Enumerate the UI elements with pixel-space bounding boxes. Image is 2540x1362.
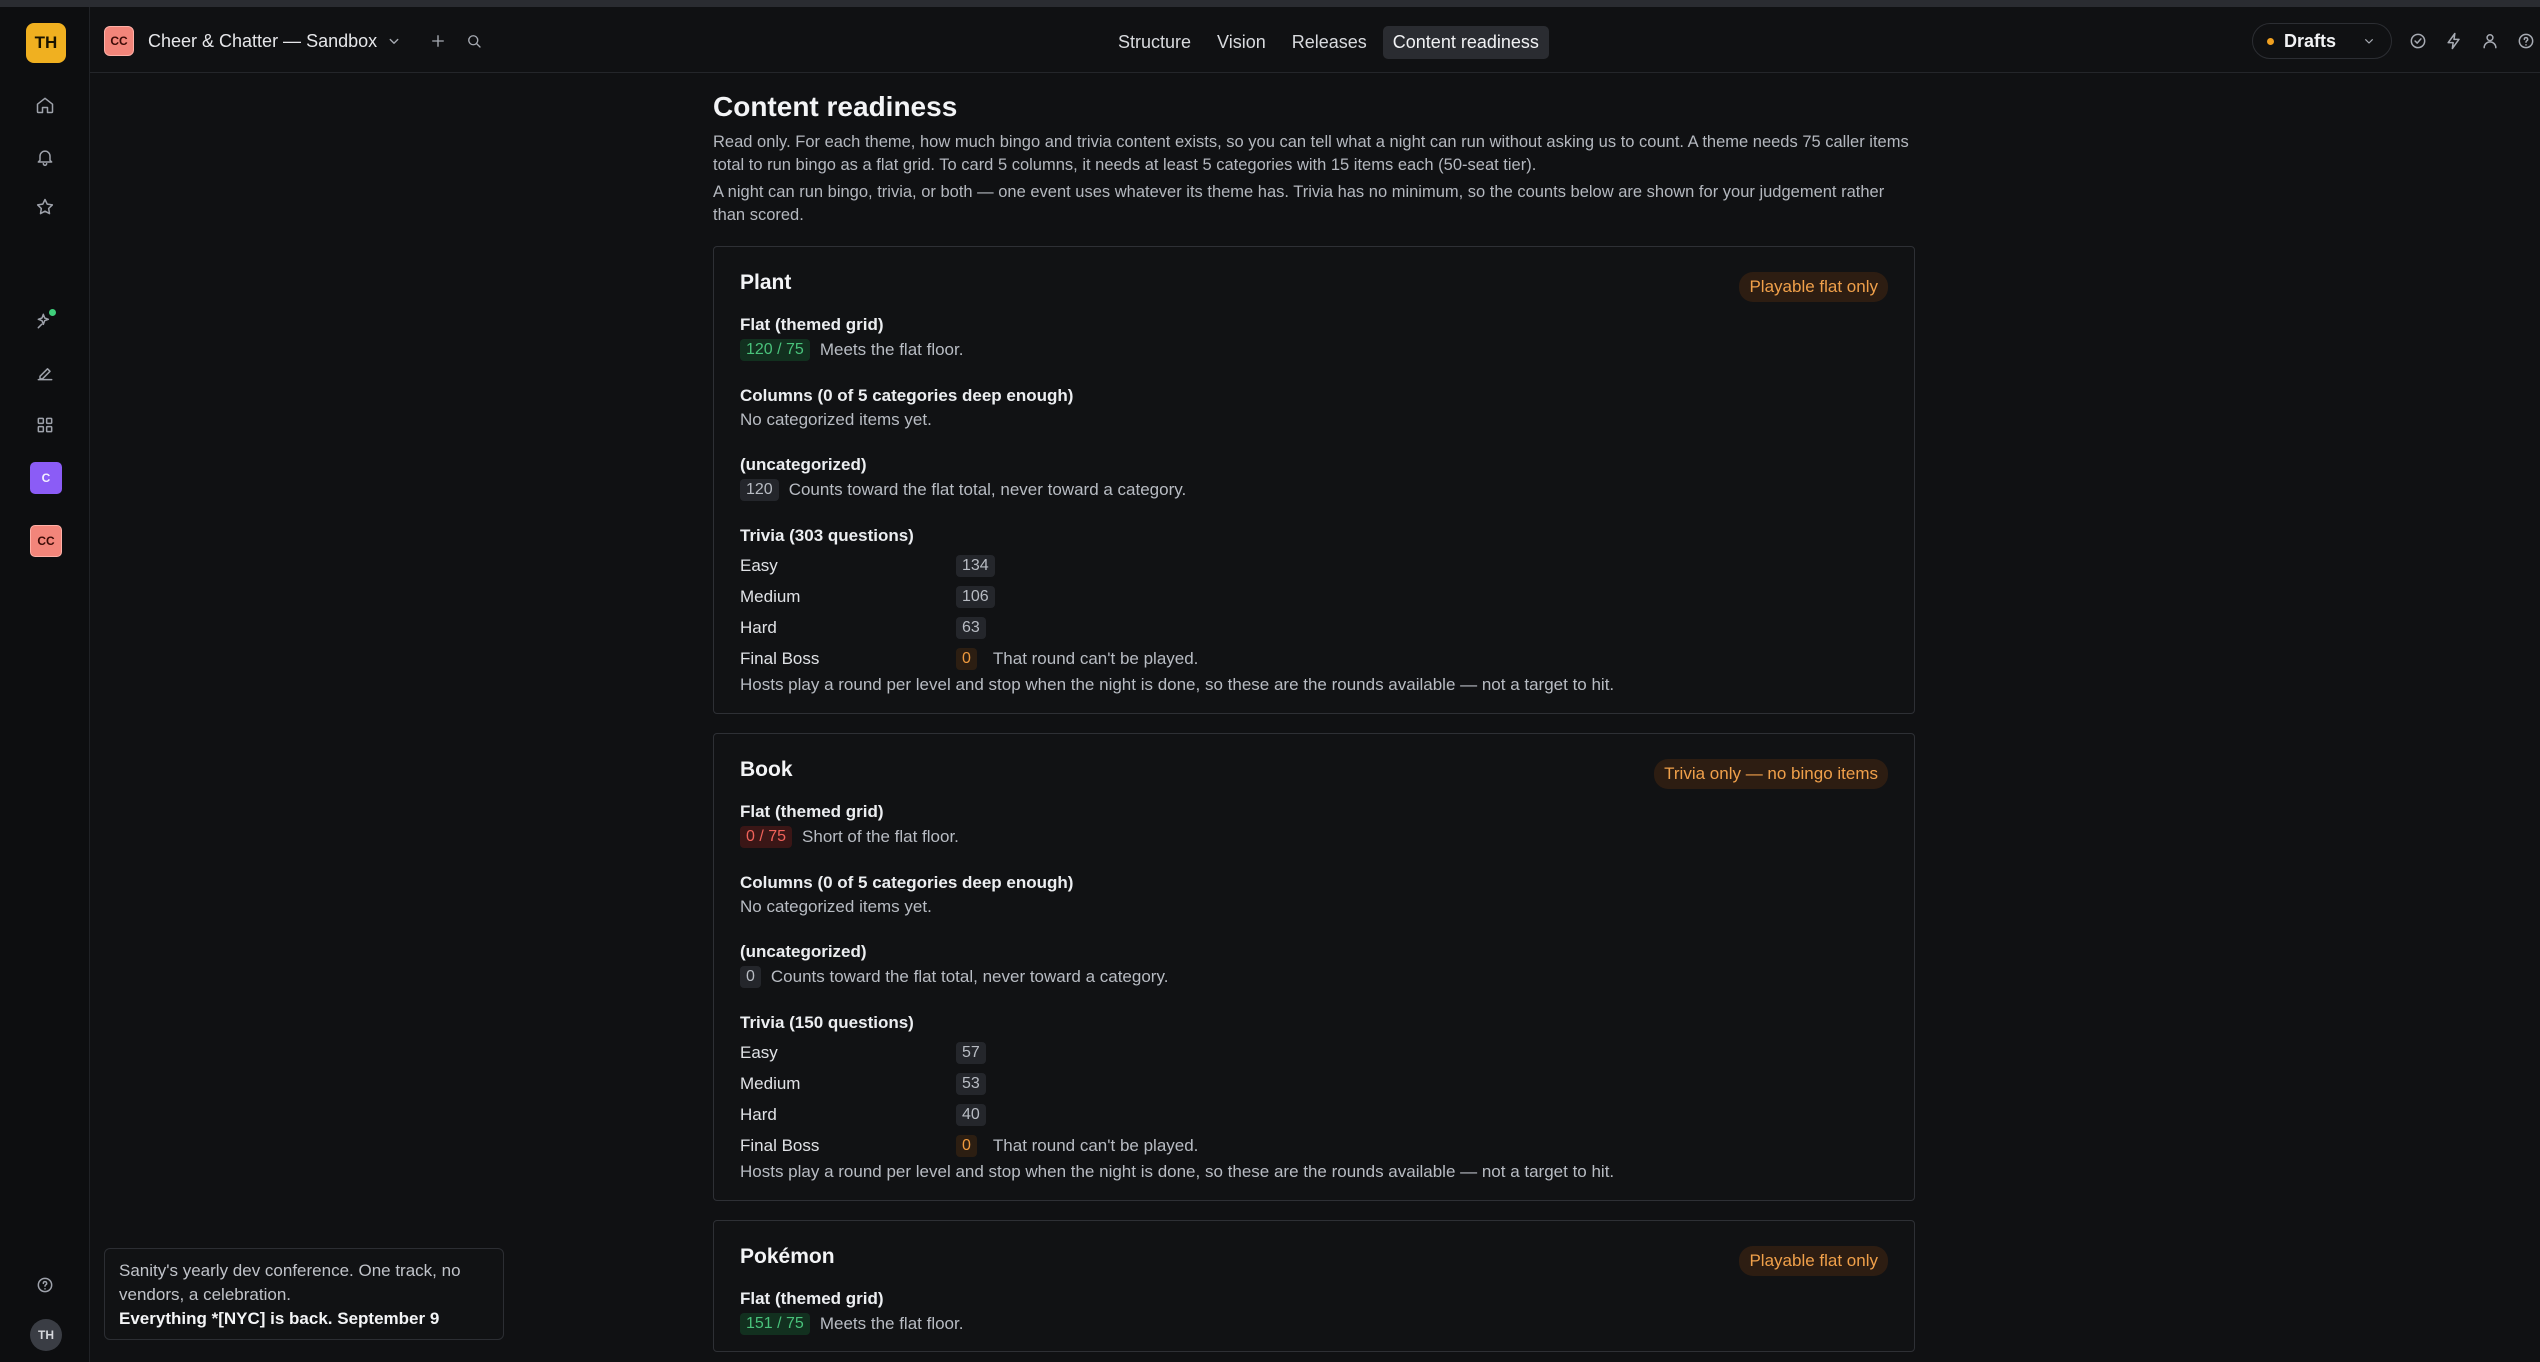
project-switcher[interactable]: CC Cheer & Chatter — Sandbox — [104, 25, 483, 57]
tab-vision[interactable]: Vision — [1207, 26, 1276, 59]
flat-title: Flat (themed grid) — [740, 802, 884, 821]
announcement-toast[interactable]: Sanity's yearly dev conference. One trac… — [104, 1248, 504, 1340]
uncategorized-note: Counts toward the flat total, never towa… — [788, 480, 1187, 499]
trivia-level: Hard — [740, 1104, 777, 1124]
chevron-down-icon[interactable] — [385, 32, 403, 50]
card-footer-note: Hosts play a round per level and stop wh… — [740, 1162, 1615, 1181]
project-logo: CC — [104, 26, 134, 56]
flat-note: Short of the flat floor. — [802, 827, 959, 846]
tab-structure[interactable]: Structure — [1108, 26, 1201, 59]
status-badge: Trivia only — no bingo items — [1654, 759, 1888, 789]
project-name[interactable]: Cheer & Chatter — Sandbox — [148, 31, 377, 52]
flat-note: Meets the flat floor. — [819, 340, 964, 359]
drafts-label: Drafts — [2284, 30, 2337, 51]
drafts-dropdown[interactable]: Drafts — [2252, 23, 2392, 59]
page-intro-secondary: A night can run bingo, trivia, or both —… — [713, 183, 1885, 224]
trivia-level: Hard — [740, 617, 777, 637]
home-icon[interactable] — [29, 89, 61, 121]
flat-title: Flat (themed grid) — [740, 315, 884, 334]
theme-card-book: Book Trivia only — no bingo items Flat (… — [713, 733, 1915, 1201]
workspace-c-badge[interactable]: C — [30, 462, 62, 494]
header-actions: Drafts — [2252, 23, 2536, 59]
theme-name: Pokémon — [740, 1245, 835, 1268]
trivia-row: Easy 134 — [740, 550, 1888, 581]
trivia-title: Trivia (150 questions) — [740, 1013, 914, 1032]
trivia-level: Easy — [740, 1042, 778, 1062]
trivia-row: Medium 106 — [740, 581, 1888, 612]
tab-releases[interactable]: Releases — [1282, 26, 1377, 59]
search-icon[interactable] — [465, 32, 483, 50]
help-icon[interactable] — [2516, 31, 2536, 51]
trivia-count: 53 — [956, 1072, 986, 1095]
sparkle-icon[interactable] — [29, 305, 61, 337]
user-avatar[interactable]: TH — [26, 23, 66, 63]
workspace-cc-badge[interactable]: CC — [30, 525, 62, 557]
trivia-note: That round can't be played. — [992, 648, 1199, 668]
trivia-count: 0 — [956, 1134, 977, 1157]
notification-dot — [49, 309, 56, 316]
theme-card-pokemon: Pokémon Playable flat only Flat (themed … — [713, 1220, 1915, 1352]
trivia-count: 63 — [956, 616, 986, 639]
trivia-count: 134 — [956, 554, 995, 577]
trivia-level: Final Boss — [740, 648, 820, 668]
drafts-status-dot — [2267, 37, 2274, 45]
flat-count: 151 / 75 — [740, 1313, 810, 1335]
edit-icon[interactable] — [29, 357, 61, 389]
plus-icon[interactable] — [429, 32, 447, 50]
trivia-count: 106 — [956, 585, 995, 608]
trivia-level: Final Boss — [740, 1135, 820, 1155]
page-title: Content readiness — [713, 91, 958, 122]
trivia-level: Medium — [740, 1073, 801, 1093]
main-nav: Structure Vision Releases Content readin… — [1108, 26, 1549, 59]
trivia-note: That round can't be played. — [992, 1135, 1199, 1155]
trivia-title: Trivia (303 questions) — [740, 526, 914, 545]
toast-message: Sanity's yearly dev conference. One trac… — [119, 1261, 461, 1304]
trivia-row: Hard 40 — [740, 1099, 1888, 1130]
users-icon[interactable] — [2480, 31, 2500, 51]
status-badge: Playable flat only — [1739, 272, 1888, 302]
card-footer-note: Hosts play a round per level and stop wh… — [740, 675, 1615, 694]
lightning-icon[interactable] — [2444, 31, 2464, 51]
uncategorized-note: Counts toward the flat total, never towa… — [770, 967, 1169, 986]
trivia-count: 0 — [956, 647, 977, 670]
top-header: CC Cheer & Chatter — Sandbox Structure V… — [90, 7, 2540, 73]
trivia-row: Hard 63 — [740, 612, 1888, 643]
uncategorized-title: (uncategorized) — [740, 455, 867, 474]
columns-title: Columns (0 of 5 categories deep enough) — [740, 873, 1074, 892]
theme-name: Plant — [740, 271, 792, 294]
bottom-user-avatar[interactable]: TH — [30, 1319, 62, 1351]
flat-title: Flat (themed grid) — [740, 1289, 884, 1308]
page-intro: Read only. For each theme, how much bing… — [713, 133, 1909, 174]
grid-icon[interactable] — [29, 409, 61, 441]
toast-headline[interactable]: Everything *[NYC] is back. September 9 — [119, 1309, 439, 1328]
trivia-count: 57 — [956, 1041, 986, 1064]
uncategorized-count: 120 — [740, 479, 779, 501]
flat-count: 120 / 75 — [740, 339, 810, 361]
chevron-down-icon — [2365, 39, 2373, 44]
trivia-row: Final Boss 0 That round can't be played. — [740, 1130, 1888, 1161]
help-icon[interactable] — [29, 1269, 61, 1301]
trivia-row: Final Boss 0 That round can't be played. — [740, 643, 1888, 674]
status-badge: Playable flat only — [1739, 1246, 1888, 1276]
left-rail: TH C CC TH — [0, 7, 90, 1362]
columns-note: No categorized items yet. — [740, 410, 932, 429]
trivia-level: Easy — [740, 555, 778, 575]
star-icon[interactable] — [29, 191, 61, 223]
uncategorized-title: (uncategorized) — [740, 942, 867, 961]
trivia-row: Medium 53 — [740, 1068, 1888, 1099]
columns-note: No categorized items yet. — [740, 897, 932, 916]
content-readiness-page: Content readiness Read only. For each th… — [713, 88, 1915, 1352]
trivia-level: Medium — [740, 586, 801, 606]
columns-title: Columns (0 of 5 categories deep enough) — [740, 386, 1074, 405]
uncategorized-count: 0 — [740, 966, 761, 988]
trivia-row: Easy 57 — [740, 1037, 1888, 1068]
window-top-strip — [0, 0, 2540, 7]
bell-icon[interactable] — [29, 141, 61, 173]
flat-count: 0 / 75 — [740, 826, 793, 848]
trivia-count: 40 — [956, 1103, 986, 1126]
check-circle-icon[interactable] — [2408, 31, 2428, 51]
tab-content-readiness[interactable]: Content readiness — [1382, 26, 1549, 59]
flat-note: Meets the flat floor. — [819, 1314, 964, 1333]
theme-card-plant: Plant Playable flat only Flat (themed gr… — [713, 246, 1915, 714]
